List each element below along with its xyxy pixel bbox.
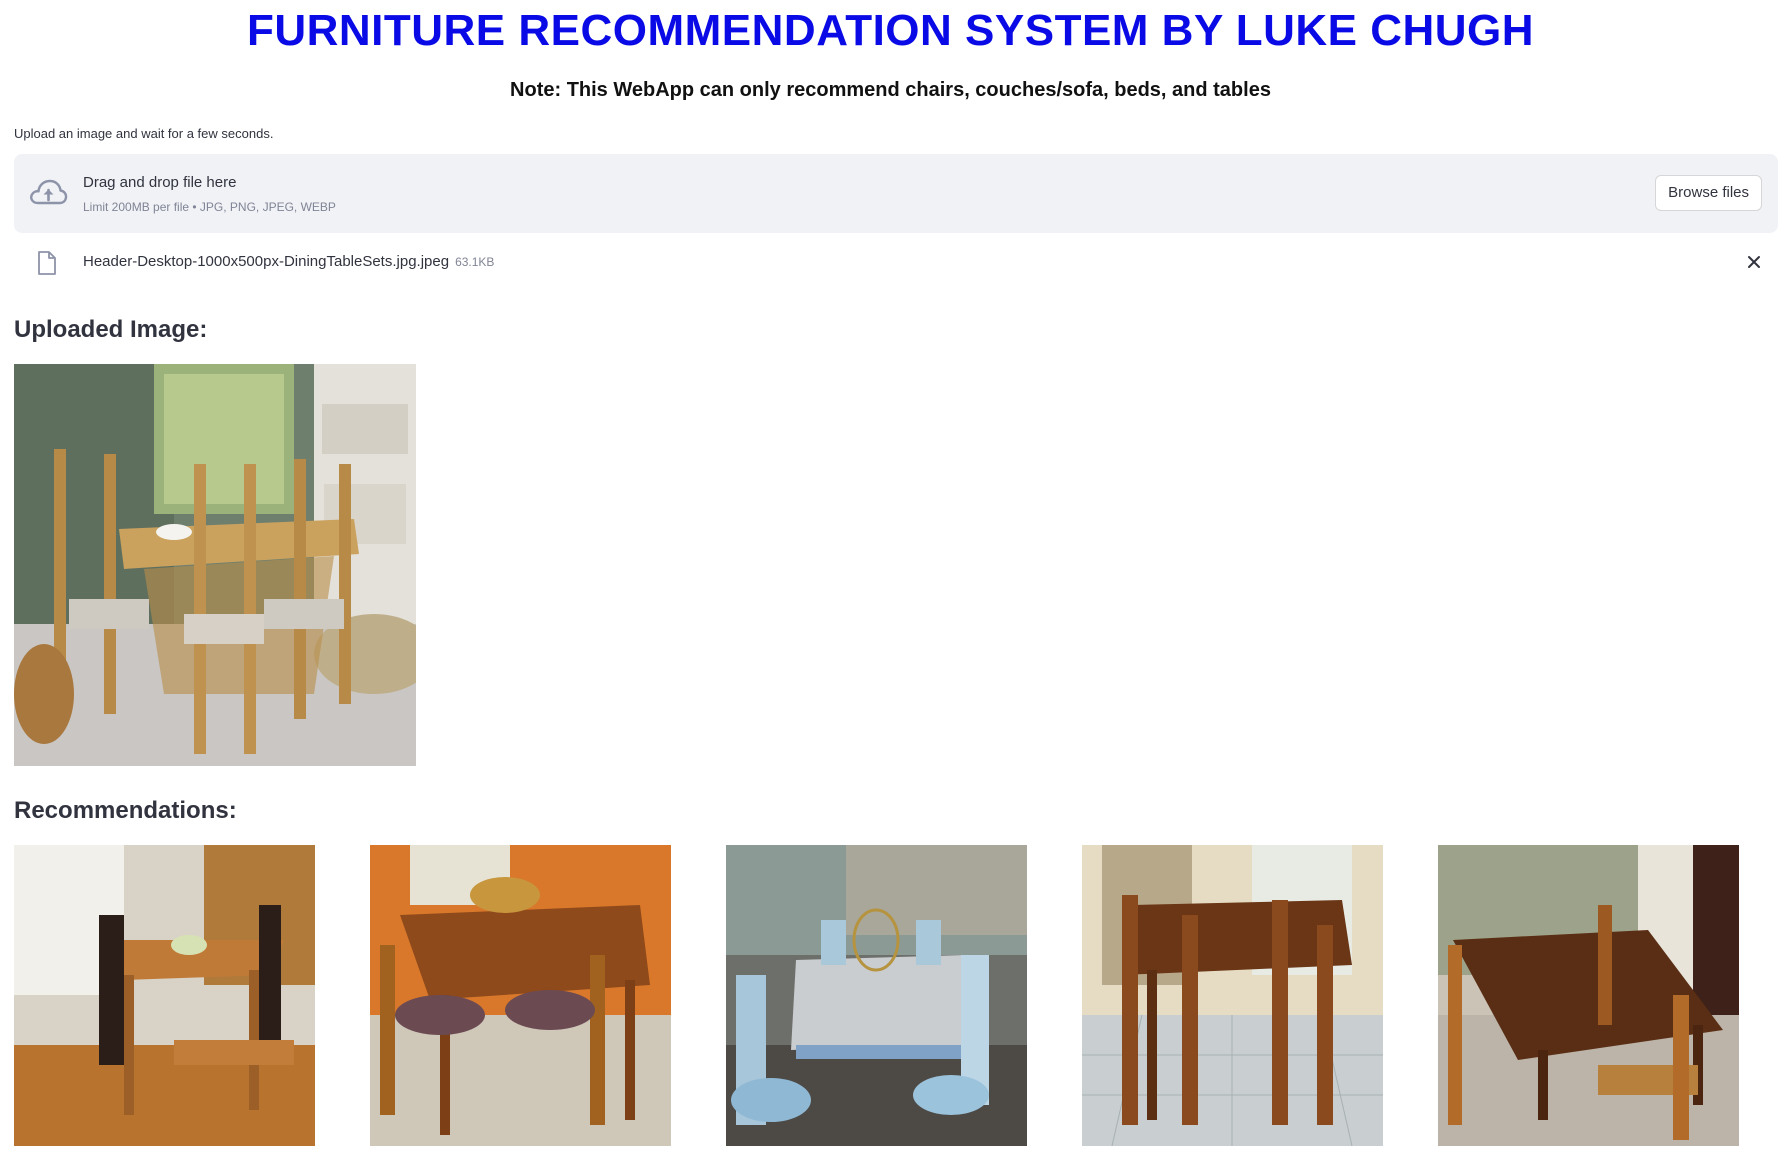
uploaded-image-heading: Uploaded Image: (14, 316, 208, 343)
uploader-label: Upload an image and wait for a few secon… (14, 126, 274, 141)
uploaded-dining-set-picture (14, 364, 416, 766)
recommendation-picture-4 (1082, 845, 1383, 1146)
recommendation-image-2 (370, 845, 671, 1146)
recommendation-image-4 (1082, 845, 1383, 1146)
cloud-upload-icon (30, 179, 68, 205)
app-page: FURNITURE RECOMMENDATION SYSTEM BY LUKE … (0, 0, 1781, 1154)
file-icon (38, 251, 56, 275)
close-icon[interactable] (1744, 252, 1764, 272)
recommendation-picture-2 (370, 845, 671, 1146)
dropzone-title: Drag and drop file here (83, 174, 237, 191)
recommendation-image-3 (726, 845, 1027, 1146)
uploaded-image (14, 364, 416, 766)
dropzone-limit-text: Limit 200MB per file • JPG, PNG, JPEG, W… (83, 200, 336, 214)
file-name-text: Header-Desktop-1000x500px-DiningTableSet… (83, 253, 450, 270)
recommendation-picture-5 (1438, 845, 1739, 1146)
file-dropzone[interactable]: Drag and drop file here Limit 200MB per … (14, 154, 1778, 233)
file-size-text: 63.1KB (455, 255, 495, 269)
recommendation-picture-3 (726, 845, 1027, 1146)
recommendation-image-1 (14, 845, 315, 1146)
uploaded-file-name: Header-Desktop-1000x500px-DiningTableSet… (83, 253, 494, 270)
page-title: FURNITURE RECOMMENDATION SYSTEM BY LUKE … (246, 6, 1535, 55)
scope-note: Note: This WebApp can only recommend cha… (510, 79, 1271, 101)
browse-files-button[interactable]: Browse files (1655, 175, 1762, 211)
uploaded-file-row: Header-Desktop-1000x500px-DiningTableSet… (14, 240, 1778, 286)
recommendation-image-5 (1438, 845, 1739, 1146)
recommendation-picture-1 (14, 845, 315, 1146)
recommendations-heading: Recommendations: (14, 797, 237, 824)
